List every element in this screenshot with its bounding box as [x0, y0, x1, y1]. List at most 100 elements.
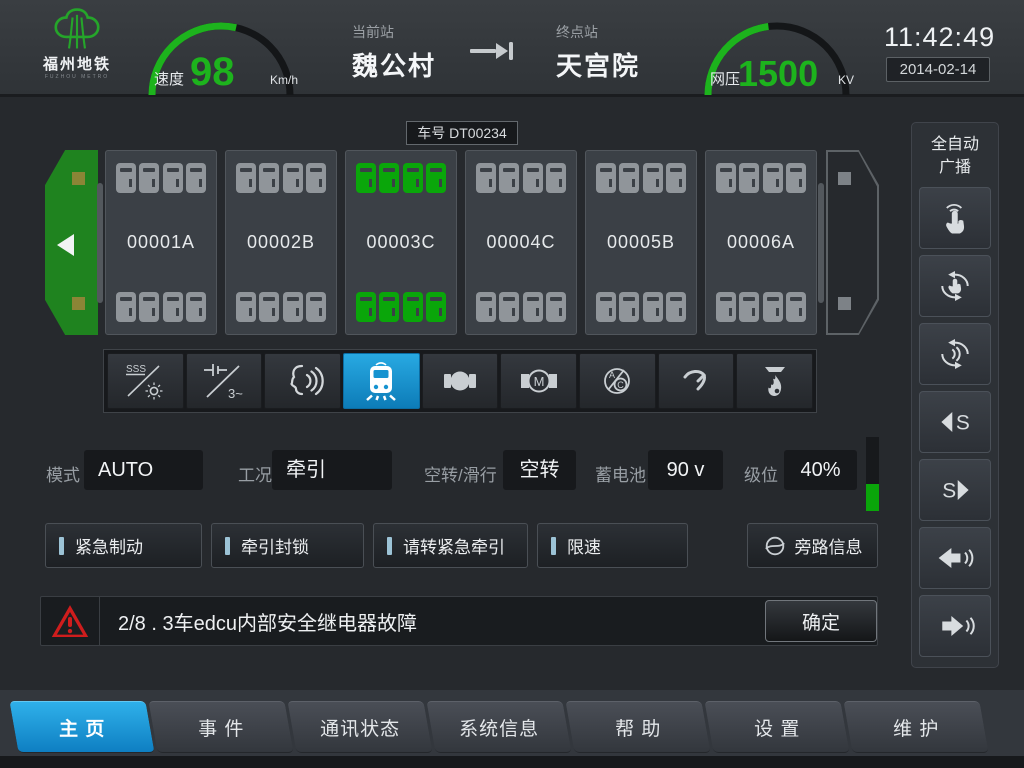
direction-arrow-icon [57, 234, 74, 256]
brake-unit-button[interactable] [422, 353, 499, 409]
car-00003C[interactable]: 00003C [345, 150, 457, 335]
alert-button-label: 请转紧急牵引 [403, 533, 505, 558]
car-00004C[interactable]: 00004C [465, 150, 577, 335]
speed-limit-button[interactable]: 限速 [537, 523, 688, 568]
door-icon [116, 292, 136, 322]
inverter-power-button[interactable]: 3~ [186, 353, 263, 409]
next-station-icon: S [933, 470, 977, 510]
head-car-marker [72, 297, 85, 310]
terminal-station-label: 终点站 [556, 22, 640, 42]
level-label: 级位 [744, 461, 778, 486]
door-icon [763, 163, 783, 193]
door-icon [716, 292, 736, 322]
banyan-tree-logo-icon [45, 6, 109, 52]
current-station-label: 当前站 [352, 22, 436, 42]
door-row-top [596, 163, 686, 193]
prev-station-button[interactable]: S [919, 391, 991, 453]
door-icon [546, 292, 566, 322]
door-icon [356, 292, 376, 322]
tail-car [826, 150, 879, 335]
train-icon [359, 361, 403, 401]
line-voltage-gauge: 网压 1500 KV [698, 5, 856, 95]
bottom-nav: 主 页事 件通讯状态系统信息帮 助设 置维 护 [14, 701, 984, 753]
bottom-strip [0, 756, 1024, 768]
tab-label: 事 件 [198, 714, 244, 741]
broadcast-forward-icon [933, 606, 977, 646]
switch-emergency-traction-button[interactable]: 请转紧急牵引 [373, 523, 528, 568]
emergency-brake-button[interactable]: 紧急制动 [45, 523, 202, 568]
inverter-power-icon: 3~ [202, 361, 246, 401]
door-icon [403, 292, 423, 322]
traction-lock-button[interactable]: 牵引封锁 [211, 523, 364, 568]
door-icon [739, 292, 759, 322]
tap-broadcast-button[interactable] [919, 187, 991, 249]
door-icon [643, 292, 663, 322]
tail-car-marker [838, 172, 851, 185]
mode-value-box: AUTO [84, 450, 203, 490]
door-row-top [356, 163, 446, 193]
train-button[interactable] [343, 353, 420, 409]
car-00005B[interactable]: 00005B [585, 150, 697, 335]
door-icon [426, 163, 446, 193]
terminal-station: 终点站 天宫院 [556, 22, 640, 83]
next-station-button[interactable]: S [919, 459, 991, 521]
door-row-top [476, 163, 566, 193]
logo-title: 福州地铁 [22, 53, 132, 74]
terminal-station-name: 天宫院 [556, 46, 640, 83]
alert-button-label: 紧急制动 [75, 533, 143, 558]
door-icon [306, 292, 326, 322]
logo-subtitle: FUZHOU METRO [22, 74, 132, 80]
metro-logo: 福州地铁 FUZHOU METRO [22, 6, 132, 80]
tab-settings[interactable]: 设 置 [704, 701, 849, 753]
bypass-info-button[interactable]: 旁路信息 [747, 523, 878, 568]
traction-motor-button[interactable]: M [500, 353, 577, 409]
broadcast-backward-button[interactable] [919, 527, 991, 589]
fire-alarm-button[interactable] [736, 353, 813, 409]
working-condition-label: 工况 [238, 461, 272, 486]
tab-maintenance[interactable]: 维 护 [843, 701, 988, 753]
door-icon [739, 163, 759, 193]
announcement-button[interactable] [264, 353, 341, 409]
mode-label: 模式 [46, 461, 80, 486]
tab-system-info[interactable]: 系统信息 [426, 701, 571, 753]
brightness-signal-icon: SSS [123, 361, 167, 401]
svg-text:3~: 3~ [228, 386, 243, 401]
auto-tap-cycle-button[interactable] [919, 255, 991, 317]
door-icon [596, 163, 616, 193]
car-label: 00006A [716, 232, 806, 253]
indicator-bar [59, 537, 64, 555]
air-compressor-button[interactable]: CA [579, 353, 656, 409]
door-row-bottom [236, 292, 326, 322]
tab-comm-status[interactable]: 通讯状态 [287, 701, 432, 753]
door-icon [619, 292, 639, 322]
car-00002B[interactable]: 00002B [225, 150, 337, 335]
door-icon [523, 292, 543, 322]
level-bar-gauge [866, 437, 879, 511]
alarm-message: 2/8 . 3车edcu内部安全继电器故障 [118, 607, 417, 636]
traction-motor-icon: M [517, 361, 561, 401]
door-icon [476, 292, 496, 322]
tab-label: 通讯状态 [320, 714, 400, 741]
svg-text:S: S [942, 480, 956, 503]
tab-home[interactable]: 主 页 [9, 701, 154, 753]
door-icon [236, 292, 256, 322]
coupler-button[interactable] [658, 353, 735, 409]
car-00006A[interactable]: 00006A [705, 150, 817, 335]
tab-events[interactable]: 事 件 [148, 701, 293, 753]
car-00001A[interactable]: 00001A [105, 150, 217, 335]
brightness-signal-button[interactable]: SSS [107, 353, 184, 409]
speed-label: 速度 [154, 68, 184, 89]
tab-help[interactable]: 帮 助 [565, 701, 710, 753]
bypass-icon [763, 534, 787, 558]
broadcast-forward-button[interactable] [919, 595, 991, 657]
door-icon [476, 163, 496, 193]
voltage-label: 网压 [710, 68, 740, 89]
door-icon [426, 292, 446, 322]
door-icon [283, 292, 303, 322]
door-icon [666, 163, 686, 193]
level-bar-fill [866, 484, 879, 511]
auto-broadcast-cycle-button[interactable] [919, 323, 991, 385]
confirm-button[interactable]: 确定 [765, 600, 877, 642]
car-label: 00003C [356, 232, 446, 253]
indicator-bar [387, 537, 392, 555]
